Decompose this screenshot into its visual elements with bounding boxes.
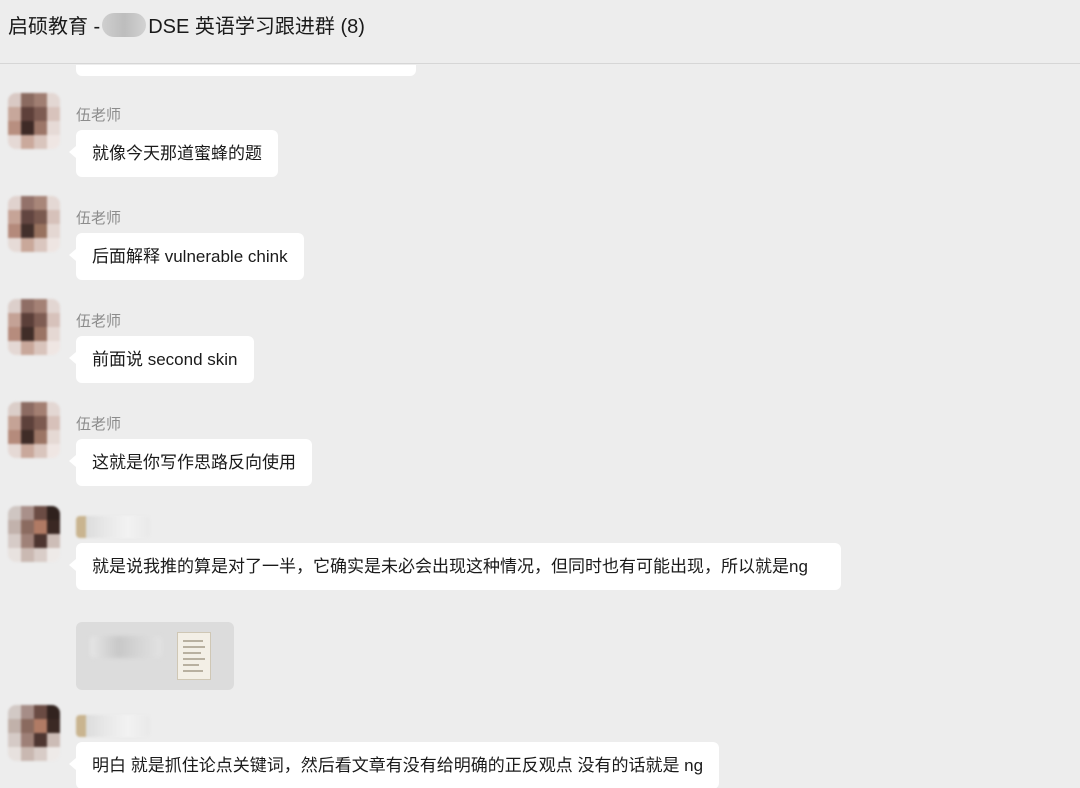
message-bubble[interactable]: 前面说 second skin	[69, 336, 254, 383]
message-bubble[interactable]: 明白 就是抓住论点关键词，然后看文章有没有给明确的正反观点 没有的话就是 ng	[68, 742, 720, 788]
document-thumbnail-icon	[177, 632, 211, 680]
previous-message-bubble[interactable]	[76, 65, 416, 76]
sender-avatar[interactable]	[8, 93, 60, 149]
sender-avatar[interactable]	[8, 402, 60, 458]
message-list[interactable]: 伍老师 就像今天那道蜜蜂的题 伍老师 后面解释 vulnerable chink…	[0, 65, 1080, 788]
redacted-sender-name	[76, 516, 150, 538]
sender-name: 伍老师	[76, 210, 122, 227]
chat-title-suffix: DSE 英语学习跟进群 (8)	[148, 16, 365, 38]
sender-avatar[interactable]	[8, 705, 60, 761]
redacted-name	[102, 12, 147, 37]
message-bubble[interactable]: 就是说我推的算是对了一半，它确实是未必会出现这种情况，但同时也有可能出现，所以就…	[69, 543, 841, 590]
chat-title-bar: 启硕教育 - DSE 英语学习跟进群 (8)	[0, 0, 1080, 64]
file-attachment-card[interactable]	[76, 622, 234, 690]
sender-avatar[interactable]	[8, 196, 60, 252]
message-bubble[interactable]: 就像今天那道蜜蜂的题	[69, 130, 278, 177]
chat-title-prefix: 启硕教育 -	[8, 16, 101, 38]
sender-name: 伍老师	[76, 416, 122, 433]
sender-avatar[interactable]	[8, 506, 60, 562]
sender-name: 伍老师	[76, 313, 122, 330]
sender-name: 伍老师	[76, 107, 122, 124]
message-bubble[interactable]: 后面解释 vulnerable chink	[69, 233, 304, 280]
message-bubble[interactable]: 这就是你写作思路反向使用	[69, 439, 312, 486]
chat-title: 启硕教育 - DSE 英语学习跟进群 (8)	[8, 10, 365, 39]
sender-avatar[interactable]	[8, 299, 60, 355]
redacted-sender-name	[76, 715, 150, 737]
redacted-file-name	[90, 636, 162, 658]
